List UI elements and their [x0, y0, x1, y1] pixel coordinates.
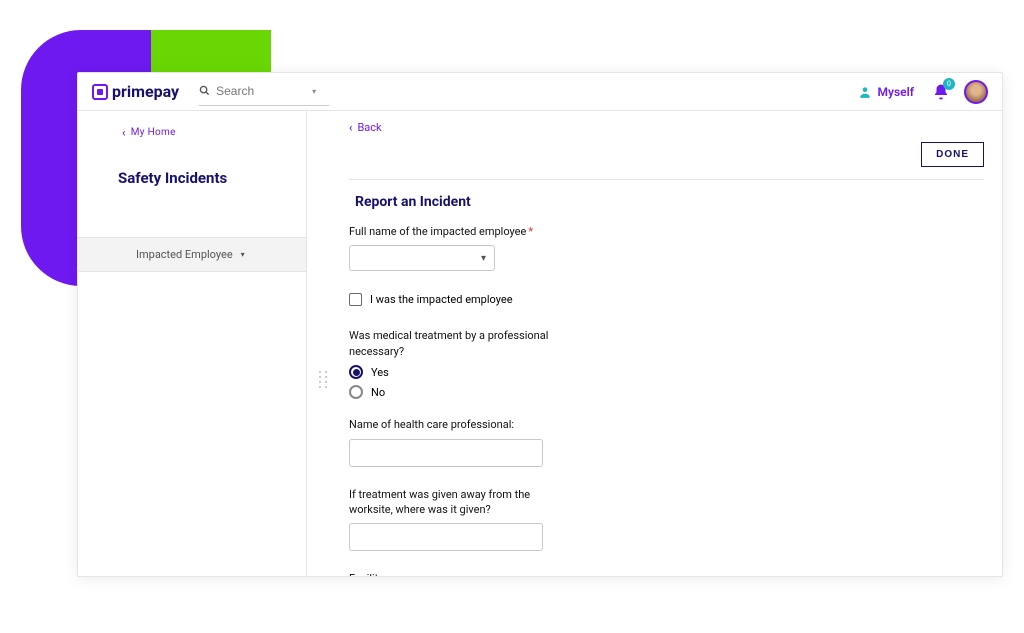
- incident-form: Full name of the impacted employee* ▾ I …: [349, 224, 669, 576]
- impacted-employee-filter[interactable]: Impacted Employee ▾: [78, 237, 306, 272]
- radio-yes-label: Yes: [371, 366, 389, 379]
- radio-unchecked-icon: [349, 385, 363, 399]
- search-icon: [199, 85, 210, 98]
- sidebar-back-link[interactable]: ‹ My Home: [78, 111, 306, 149]
- bg-green-shape: [151, 30, 271, 72]
- hcp-name-input[interactable]: [349, 439, 543, 467]
- radio-no[interactable]: No: [349, 385, 669, 399]
- brand-logo-icon: [92, 84, 108, 100]
- page-title: Safety Incidents: [78, 149, 306, 207]
- topbar: primepay ▾ Myself 0: [78, 73, 1002, 111]
- form-title: Report an Incident: [355, 194, 984, 210]
- radio-checked-icon: [349, 365, 363, 379]
- avatar[interactable]: [964, 80, 988, 104]
- i-was-impacted-checkbox-row[interactable]: I was the impacted employee: [349, 293, 669, 306]
- hcp-name-label: Name of health care professional:: [349, 417, 669, 432]
- radio-no-label: No: [371, 386, 385, 399]
- myself-link[interactable]: Myself: [858, 85, 914, 99]
- sidebar: ‹ My Home Safety Incidents Impacted Empl…: [78, 111, 307, 576]
- notifications-button[interactable]: 0: [932, 83, 950, 101]
- filter-label: Impacted Employee: [136, 248, 233, 261]
- chevron-left-icon: ‹: [122, 126, 126, 139]
- offsite-location-input[interactable]: [349, 523, 543, 551]
- i-was-impacted-label: I was the impacted employee: [370, 293, 513, 306]
- facility-label: Facility: [349, 571, 669, 576]
- done-button[interactable]: DONE: [921, 142, 984, 167]
- main-back-label: Back: [357, 121, 381, 134]
- search-box[interactable]: ▾: [199, 82, 329, 101]
- checkbox-icon[interactable]: [349, 293, 362, 306]
- body: ‹ My Home Safety Incidents Impacted Empl…: [78, 111, 1002, 576]
- impacted-employee-select[interactable]: ▾: [349, 245, 495, 271]
- chevron-left-icon: ‹: [349, 121, 352, 134]
- chevron-down-icon: ▾: [241, 250, 245, 259]
- chevron-down-icon: ▾: [481, 253, 486, 264]
- search-input[interactable]: [216, 84, 306, 98]
- person-icon: [858, 85, 872, 99]
- main-back-link[interactable]: ‹ Back: [349, 121, 382, 134]
- divider: [349, 179, 984, 180]
- medical-question-label: Was medical treatment by a professional …: [349, 328, 549, 359]
- brand-logo[interactable]: primepay: [92, 82, 179, 101]
- radio-yes[interactable]: Yes: [349, 365, 669, 379]
- myself-label: Myself: [878, 85, 914, 99]
- full-name-label: Full name of the impacted employee*: [349, 224, 669, 239]
- drag-handle-icon[interactable]: [319, 371, 328, 388]
- sidebar-back-label: My Home: [131, 127, 176, 138]
- notification-badge: 0: [943, 78, 955, 90]
- offsite-label: If treatment was given away from the wor…: [349, 487, 549, 518]
- chevron-down-icon: ▾: [312, 87, 316, 96]
- brand-name: primepay: [112, 82, 179, 101]
- medical-radio-group: Yes No: [349, 365, 669, 399]
- main-panel: ‹ Back DONE Report an Incident Full name…: [307, 111, 1002, 576]
- app-window: primepay ▾ Myself 0 ‹ My Home: [77, 72, 1003, 577]
